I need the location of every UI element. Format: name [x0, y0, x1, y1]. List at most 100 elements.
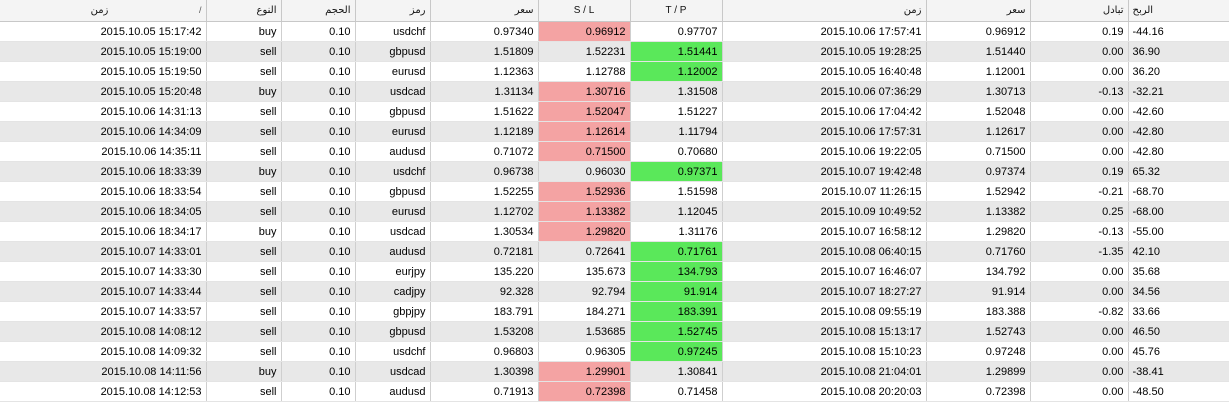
table-row[interactable]: 2015.10.06 14:35:11 sell 0.10 audusd 0.71072…: [0, 141, 1229, 162]
table-row[interactable]: 2015.10.06 18:33:54 sell 0.10 gbpusd 1.52255…: [0, 181, 1229, 202]
swap-cell: 0.19: [1030, 21, 1129, 42]
profit-cell: -44.16: [1128, 21, 1229, 42]
close-price-cell: 91.914: [926, 281, 1031, 302]
column-header-open-price[interactable]: سعر: [430, 0, 539, 22]
type-cell: buy: [206, 161, 282, 182]
take-profit-cell: 1.51227: [630, 101, 723, 122]
column-header-take-profit[interactable]: T / P: [630, 0, 723, 22]
volume-cell: 0.10: [281, 121, 356, 142]
column-header-volume[interactable]: الحجم: [281, 0, 356, 22]
column-header-time-close[interactable]: زمن: [722, 0, 927, 22]
stop-loss-cell: 1.12788: [538, 61, 631, 82]
stop-loss-cell: 0.96305: [538, 341, 631, 362]
time-close-cell: 2015.10.08 20:20:03: [722, 381, 927, 402]
column-header-swap[interactable]: تبادل: [1030, 0, 1129, 22]
open-price-cell: 1.51809: [430, 41, 539, 62]
table-row[interactable]: 2015.10.05 15:19:50 sell 0.10 eurusd 1.12363…: [0, 61, 1229, 82]
profit-cell: 36.20: [1128, 61, 1229, 82]
stop-loss-cell: 1.29901: [538, 361, 631, 382]
take-profit-cell: 0.71761: [630, 241, 723, 262]
profit-cell: 35.68: [1128, 261, 1229, 282]
profit-cell: -32.21: [1128, 81, 1229, 102]
take-profit-cell: 0.70680: [630, 141, 723, 162]
close-price-cell: 183.388: [926, 301, 1031, 322]
time-open-cell: 2015.10.06 14:35:11: [0, 141, 207, 162]
swap-cell: 0.00: [1030, 61, 1129, 82]
swap-cell: 0.00: [1030, 101, 1129, 122]
column-header-stop-loss[interactable]: S / L: [538, 0, 631, 22]
profit-cell: -42.80: [1128, 121, 1229, 142]
table-row[interactable]: 2015.10.08 14:12:53 sell 0.10 audusd 0.71913…: [0, 381, 1229, 402]
column-header-type[interactable]: النوع: [206, 0, 282, 22]
symbol-cell: eurusd: [355, 121, 431, 142]
table-row[interactable]: 2015.10.06 14:31:13 sell 0.10 gbpusd 1.51622…: [0, 101, 1229, 122]
table-row[interactable]: 2015.10.07 14:33:30 sell 0.10 eurjpy 135.220…: [0, 261, 1229, 282]
table-row[interactable]: 2015.10.06 14:34:09 sell 0.10 eurusd 1.12189…: [0, 121, 1229, 142]
close-price-cell: 0.71500: [926, 141, 1031, 162]
volume-cell: 0.10: [281, 201, 356, 222]
stop-loss-cell: 1.12614: [538, 121, 631, 142]
column-header-time-open-label: زمن: [90, 5, 109, 16]
type-cell: sell: [206, 381, 282, 402]
time-open-cell: 2015.10.06 14:34:09: [0, 121, 207, 142]
time-close-cell: 2015.10.07 19:42:48: [722, 161, 927, 182]
time-open-cell: 2015.10.05 15:19:00: [0, 41, 207, 62]
profit-cell: 65.32: [1128, 161, 1229, 182]
profit-cell: -38.41: [1128, 361, 1229, 382]
volume-cell: 0.10: [281, 361, 356, 382]
open-price-cell: 1.30534: [430, 221, 539, 242]
take-profit-cell: 1.51441: [630, 41, 723, 62]
volume-cell: 0.10: [281, 221, 356, 242]
swap-cell: 0.00: [1030, 41, 1129, 62]
time-close-cell: 2015.10.06 17:57:31: [722, 121, 927, 142]
open-price-cell: 1.30398: [430, 361, 539, 382]
type-cell: sell: [206, 241, 282, 262]
profit-cell: 33.66: [1128, 301, 1229, 322]
type-cell: buy: [206, 361, 282, 382]
open-price-cell: 1.51622: [430, 101, 539, 122]
type-cell: sell: [206, 201, 282, 222]
table-row[interactable]: 2015.10.07 14:33:01 sell 0.10 audusd 0.72181…: [0, 241, 1229, 262]
time-close-cell: 2015.10.06 17:04:42: [722, 101, 927, 122]
profit-cell: 46.50: [1128, 321, 1229, 342]
symbol-cell: usdchf: [355, 21, 431, 42]
volume-cell: 0.10: [281, 261, 356, 282]
column-header-profit[interactable]: الربح: [1128, 0, 1229, 22]
type-cell: sell: [206, 261, 282, 282]
take-profit-cell: 1.51598: [630, 181, 723, 202]
type-cell: sell: [206, 101, 282, 122]
type-cell: buy: [206, 221, 282, 242]
time-open-cell: 2015.10.05 15:19:50: [0, 61, 207, 82]
table-row[interactable]: 2015.10.05 15:17:42 buy 0.10 usdchf 0.97340 0…: [0, 21, 1229, 42]
time-open-cell: 2015.10.06 18:33:39: [0, 161, 207, 182]
open-price-cell: 1.53208: [430, 321, 539, 342]
symbol-cell: cadjpy: [355, 281, 431, 302]
table-row[interactable]: 2015.10.08 14:09:32 sell 0.10 usdchf 0.96803…: [0, 341, 1229, 362]
close-price-cell: 1.51440: [926, 41, 1031, 62]
volume-cell: 0.10: [281, 161, 356, 182]
time-open-cell: 2015.10.07 14:33:30: [0, 261, 207, 282]
type-cell: sell: [206, 121, 282, 142]
table-row[interactable]: 2015.10.06 18:34:17 buy 0.10 usdcad 1.30534 1…: [0, 221, 1229, 242]
close-price-cell: 1.12001: [926, 61, 1031, 82]
header-row: زمن / النوع الحجم رمز سعر S / L T / P زمن…: [0, 0, 1229, 22]
time-close-cell: 2015.10.08 09:55:19: [722, 301, 927, 322]
take-profit-cell: 1.31176: [630, 221, 723, 242]
table-row[interactable]: 2015.10.07 14:33:57 sell 0.10 gbpjpy 183.791…: [0, 301, 1229, 322]
table-row[interactable]: 2015.10.05 15:20:48 buy 0.10 usdcad 1.31134 1…: [0, 81, 1229, 102]
profit-cell: -48.50: [1128, 381, 1229, 402]
open-price-cell: 135.220: [430, 261, 539, 282]
column-header-close-price[interactable]: سعر: [926, 0, 1031, 22]
column-header-time-open[interactable]: زمن /: [0, 0, 207, 22]
table-row[interactable]: 2015.10.05 15:19:00 sell 0.10 gbpusd 1.51809…: [0, 41, 1229, 62]
time-close-cell: 2015.10.05 16:40:48: [722, 61, 927, 82]
column-header-symbol[interactable]: رمز: [355, 0, 431, 22]
table-row[interactable]: 2015.10.08 14:08:12 sell 0.10 gbpusd 1.53208…: [0, 321, 1229, 342]
profit-cell: -68.00: [1128, 201, 1229, 222]
swap-cell: 0.00: [1030, 261, 1129, 282]
table-row[interactable]: 2015.10.07 14:33:44 sell 0.10 cadjpy 92.328 9…: [0, 281, 1229, 302]
volume-cell: 0.10: [281, 41, 356, 62]
table-row[interactable]: 2015.10.08 14:11:56 buy 0.10 usdcad 1.30398 1…: [0, 361, 1229, 382]
table-row[interactable]: 2015.10.06 18:33:39 buy 0.10 usdchf 0.96738 0…: [0, 161, 1229, 182]
table-row[interactable]: 2015.10.06 18:34:05 sell 0.10 eurusd 1.12702…: [0, 201, 1229, 222]
